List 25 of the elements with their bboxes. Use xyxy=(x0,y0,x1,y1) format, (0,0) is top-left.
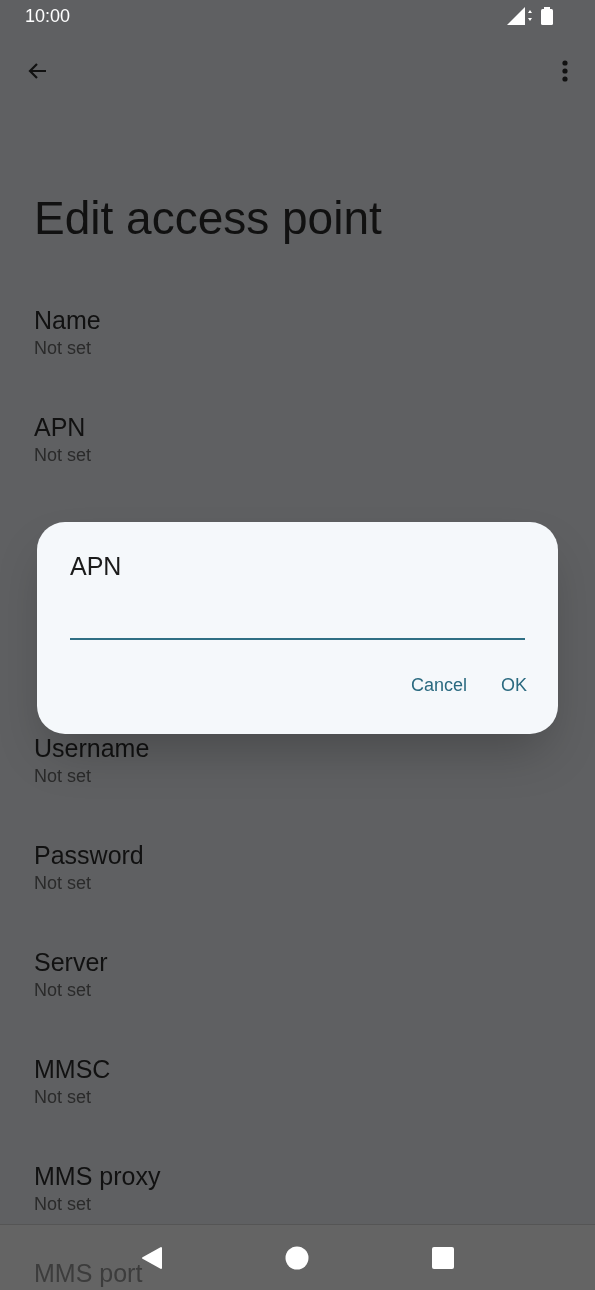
field-value: Not set xyxy=(34,1193,93,1216)
field-label[interactable]: Name xyxy=(34,304,101,336)
field-label[interactable]: Username xyxy=(34,732,150,764)
dialog-title: APN xyxy=(70,551,123,582)
field-label[interactable]: MMS proxy xyxy=(34,1160,161,1192)
field-value: Not set xyxy=(34,337,93,360)
signal-icon xyxy=(507,7,535,25)
recents-icon[interactable] xyxy=(431,1246,454,1269)
field-value: Not set xyxy=(34,765,93,788)
dialog-button[interactable]: Cancel xyxy=(398,664,479,707)
field-value: Not set xyxy=(34,444,93,467)
field-value: Not set xyxy=(34,872,93,895)
field-value: Not set xyxy=(34,979,93,1002)
back-icon[interactable] xyxy=(141,1245,164,1270)
field-label[interactable]: Server xyxy=(34,946,108,978)
status-time: 10:00 xyxy=(25,4,71,28)
battery-icon xyxy=(541,7,553,25)
field-label[interactable]: MMSC xyxy=(34,1053,111,1085)
field-label[interactable]: APN xyxy=(34,411,86,443)
page-title: Edit access point xyxy=(34,191,383,246)
more-options-icon[interactable] xyxy=(561,59,569,83)
home-icon[interactable] xyxy=(285,1245,310,1270)
field-value: Not set xyxy=(34,1086,93,1109)
field-label[interactable]: Password xyxy=(34,839,144,871)
dialog-button[interactable]: OK xyxy=(489,664,539,707)
